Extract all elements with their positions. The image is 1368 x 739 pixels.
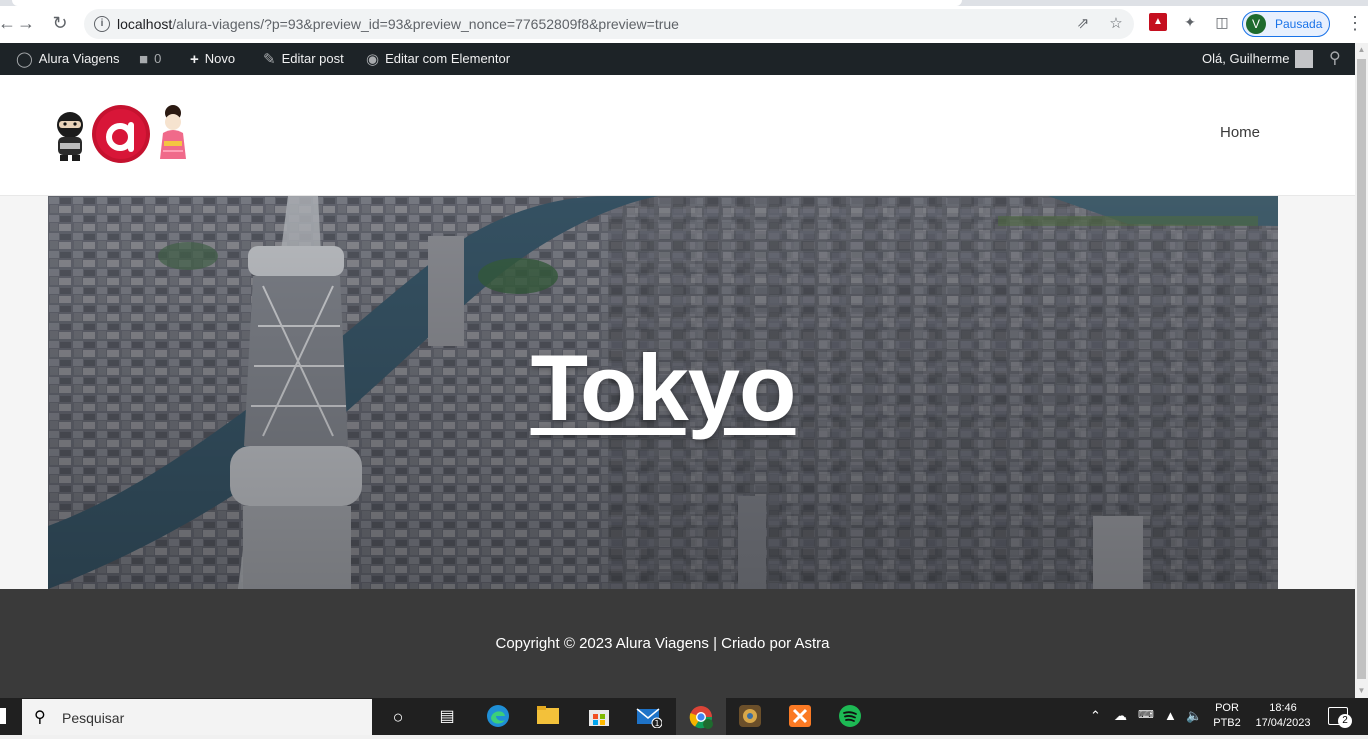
- extensions-puzzle-icon[interactable]: ✦: [1181, 13, 1199, 31]
- bookmark-star-icon[interactable]: ☆: [1107, 15, 1125, 33]
- profile-avatar: V: [1246, 14, 1266, 34]
- share-icon[interactable]: ⇗: [1074, 15, 1092, 33]
- url-path: /alura-viagens/?p=93&preview_id=93&previ…: [172, 16, 679, 32]
- admin-edit-post-link[interactable]: ✎ Editar post: [263, 43, 344, 75]
- cortana-icon[interactable]: ○: [385, 704, 411, 730]
- admin-search-icon[interactable]: ⚲: [1329, 43, 1341, 75]
- scroll-up-arrow-icon[interactable]: ▲: [1355, 43, 1368, 57]
- footer-copyright: Copyright © 2023 Alura Viagens | Criado …: [495, 635, 830, 652]
- tray-chevron-icon[interactable]: ⌃: [1090, 708, 1101, 724]
- notification-count: 2: [1338, 714, 1352, 728]
- clock-time: 18:46: [1269, 702, 1297, 714]
- edit-post-label: Editar post: [281, 51, 344, 66]
- pencil-icon: ✎: [263, 50, 276, 68]
- admin-elementor-link[interactable]: ◉ Editar com Elementor: [366, 43, 510, 75]
- language-indicator[interactable]: POR PTB2: [1212, 701, 1242, 731]
- notification-center-icon[interactable]: 2: [1328, 707, 1352, 728]
- lang-code: POR: [1215, 702, 1239, 714]
- spotify-icon[interactable]: [837, 704, 863, 730]
- taskbar-search[interactable]: ⚲ Pesquisar: [22, 699, 372, 735]
- mail-icon[interactable]: 1: [636, 704, 663, 730]
- admin-site-link[interactable]: ◯ Alura Viagens: [16, 43, 120, 75]
- reload-icon[interactable]: ↻: [49, 12, 71, 34]
- clock-date: 17/04/2023: [1255, 717, 1311, 729]
- address-bar[interactable]: i localhost/alura-viagens/?p=93&preview_…: [84, 9, 1134, 39]
- admin-comments-link[interactable]: ■ 0: [139, 43, 161, 75]
- microsoft-store-icon[interactable]: [586, 704, 612, 730]
- scroll-thumb[interactable]: [1357, 59, 1366, 679]
- site-header: Home: [0, 75, 1355, 196]
- new-label: Novo: [204, 51, 236, 66]
- search-placeholder: Pesquisar: [62, 710, 125, 726]
- keyboard-icon[interactable]: ⌨: [1138, 708, 1154, 721]
- app-gear-icon[interactable]: [737, 704, 763, 730]
- xampp-icon[interactable]: [787, 704, 813, 730]
- site-info-icon[interactable]: i: [94, 16, 110, 32]
- greeting: Olá, Guilherme: [1202, 51, 1290, 66]
- pdf-extension-icon[interactable]: ▲: [1149, 13, 1167, 31]
- forward-icon[interactable]: →: [15, 12, 37, 34]
- comment-icon: ■: [139, 50, 149, 68]
- scroll-down-arrow-icon[interactable]: ▼: [1355, 684, 1368, 698]
- page-scrollbar[interactable]: ▲ ▼: [1355, 43, 1368, 698]
- browser-menu-icon[interactable]: ⋮: [1346, 12, 1364, 34]
- volume-icon[interactable]: 🔈: [1186, 708, 1202, 724]
- profile-button[interactable]: V Pausada: [1242, 11, 1330, 37]
- windows-taskbar: ⚲ Pesquisar ○ ▤ 1 ⌃ ☁ ⌨ ▲ 🔈 POR PTB2 18:…: [0, 698, 1368, 735]
- system-clock[interactable]: 18:46 17/04/2023: [1250, 701, 1316, 731]
- side-panel-icon[interactable]: ◫: [1213, 13, 1231, 31]
- edge-icon[interactable]: [485, 704, 511, 730]
- admin-new-link[interactable]: + Novo: [190, 43, 235, 75]
- admin-account-menu[interactable]: Olá, Guilherme: [1202, 43, 1314, 75]
- admin-site-name: Alura Viagens: [38, 51, 120, 66]
- comments-count: 0: [154, 51, 162, 66]
- search-icon: ⚲: [34, 709, 46, 726]
- wifi-icon[interactable]: ▲: [1164, 708, 1177, 723]
- elementor-label: Editar com Elementor: [385, 51, 511, 66]
- mail-badge: 1: [654, 719, 659, 728]
- site-footer: Copyright © 2023 Alura Viagens | Criado …: [0, 589, 1355, 698]
- keyboard-layout: PTB2: [1213, 717, 1241, 729]
- hero-title[interactable]: Tokyo: [48, 338, 1278, 438]
- url-text[interactable]: localhost/alura-viagens/?p=93&preview_id…: [117, 16, 679, 32]
- dashboard-icon: ◯: [16, 50, 33, 68]
- site-logo[interactable]: [50, 103, 195, 165]
- file-explorer-icon[interactable]: [535, 704, 561, 730]
- hero-banner: Tokyo: [48, 196, 1278, 589]
- browser-toolbar: ← → ↻ i localhost/alura-viagens/?p=93&pr…: [0, 0, 1368, 43]
- wp-admin-bar: ◯ Alura Viagens ■ 0 + Novo ✎ Editar post ◉ Ed…: [0, 43, 1355, 75]
- chrome-icon[interactable]: [688, 704, 714, 730]
- tab-strip: [0, 0, 1368, 6]
- active-tab[interactable]: [12, 0, 962, 6]
- nav-home-link[interactable]: Home: [1220, 124, 1260, 141]
- onedrive-icon[interactable]: ☁: [1114, 708, 1127, 724]
- profile-status: Pausada: [1275, 17, 1323, 31]
- user-avatar: [1295, 49, 1314, 68]
- start-button[interactable]: [0, 708, 6, 724]
- url-host: localhost: [117, 16, 173, 32]
- elementor-icon: ◉: [366, 50, 380, 68]
- plus-icon: +: [190, 50, 199, 68]
- logo-image: [57, 105, 186, 163]
- task-view-icon[interactable]: ▤: [434, 704, 460, 730]
